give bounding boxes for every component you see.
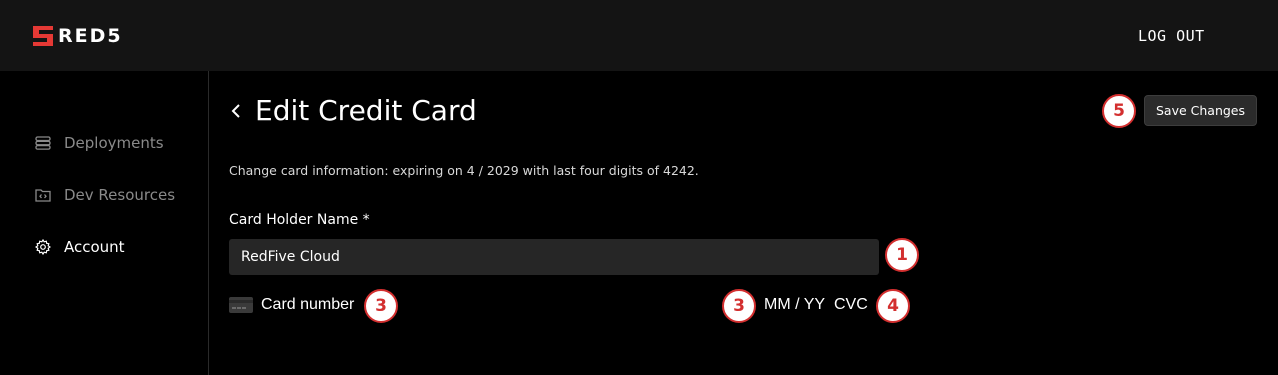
back-chevron-icon[interactable] [229,99,243,123]
brand-logo[interactable]: RED5 [33,25,123,47]
annotation-badge: 5 [1102,94,1136,128]
save-changes-button[interactable]: Save Changes [1144,95,1257,126]
annotation-badge: 1 [885,238,919,272]
server-stack-icon [35,135,51,151]
main-content: Edit Credit Card 5 Save Changes Change c… [209,71,1278,375]
card-details-row: Card number MM / YY CVC [229,296,929,316]
top-bar: RED5 LOG OUT [0,0,1278,71]
sidebar-item-dev-resources[interactable]: Dev Resources [35,186,175,204]
card-number-input[interactable]: Card number [261,296,354,314]
card-holder-name-input[interactable] [229,239,879,275]
card-info-description: Change card information: expiring on 4 /… [229,163,699,178]
page-title: Edit Credit Card [255,94,477,127]
sidebar: Deployments Dev Resources Account [0,71,209,375]
sidebar-item-label: Deployments [64,134,164,152]
sidebar-item-label: Dev Resources [64,186,176,204]
red5-logo-icon [33,26,53,46]
brand-name: RED5 [58,25,123,47]
annotation-badge: 4 [876,289,910,323]
annotation-badge: 3 [722,289,756,323]
card-cvc-input[interactable]: CVC [834,296,868,314]
sidebar-item-account[interactable]: Account [35,238,125,256]
card-holder-label: Card Holder Name * [229,212,370,228]
annotation-badge: 3 [364,289,398,323]
logout-button[interactable]: LOG OUT [1138,27,1205,45]
sidebar-item-label: Account [64,238,125,256]
card-expiry-input[interactable]: MM / YY [764,296,825,314]
gear-icon [35,239,51,255]
code-folder-icon [35,187,51,203]
credit-card-icon [229,297,253,313]
sidebar-item-deployments[interactable]: Deployments [35,134,164,152]
